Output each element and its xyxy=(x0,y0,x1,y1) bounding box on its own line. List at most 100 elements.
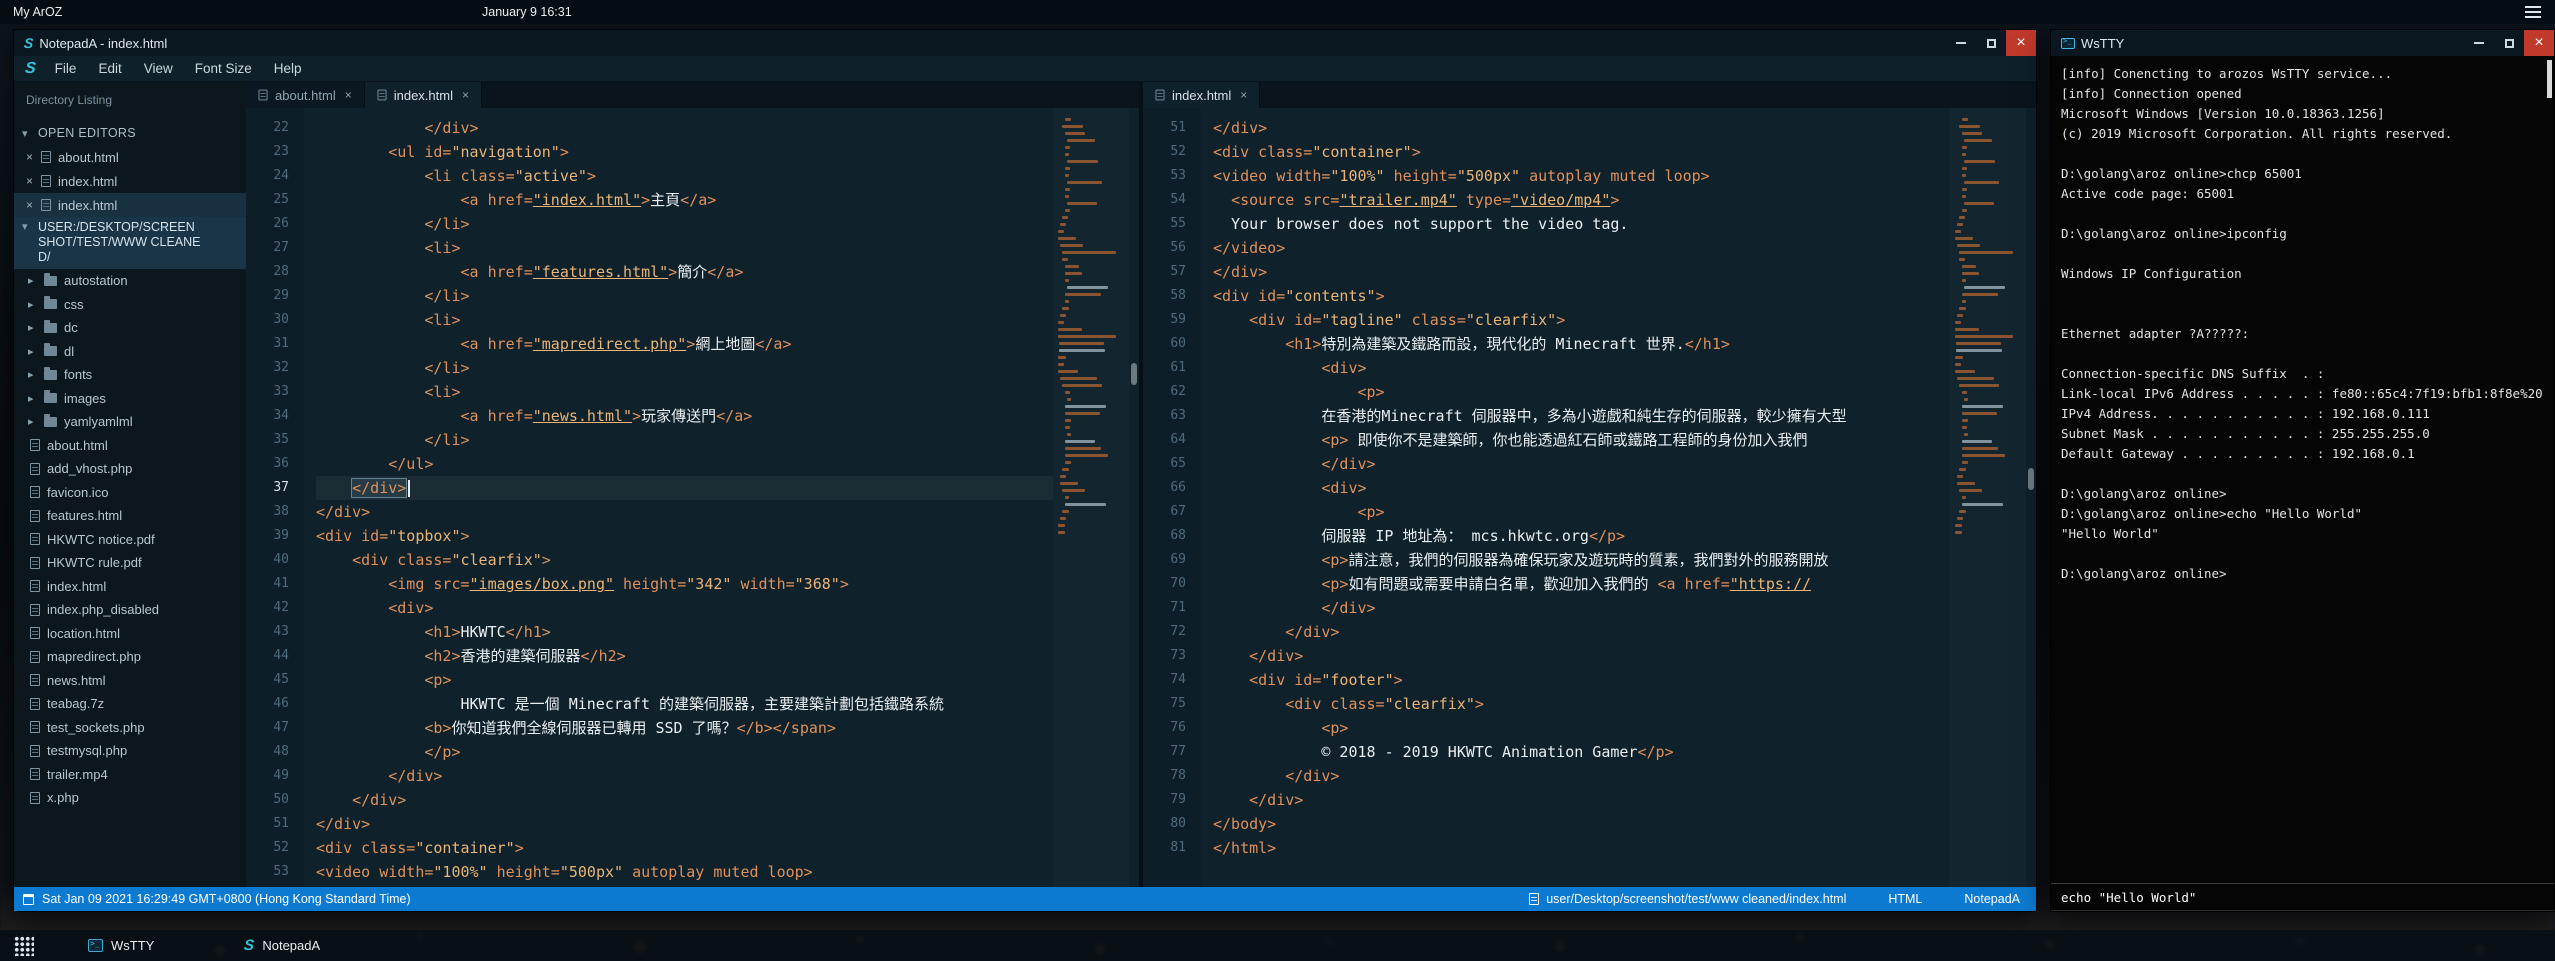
code-line[interactable]: <div id="tagline" class="clearfix"> xyxy=(1213,308,1950,332)
tab-close-icon[interactable]: × xyxy=(345,88,352,102)
sidebar-folder-yamlyamlml[interactable]: ▸yamlyamlml xyxy=(14,410,246,434)
sidebar-file-x.php[interactable]: x.php xyxy=(14,786,246,810)
line-number[interactable]: 40 xyxy=(246,548,289,572)
taskbar-item-notepada[interactable]: S NotepadA xyxy=(230,930,334,961)
code-line[interactable]: <h2>香港的建築伺服器</h2> xyxy=(316,644,1053,668)
line-number[interactable]: 70 xyxy=(1143,572,1186,596)
code-line[interactable]: </div> xyxy=(316,500,1053,524)
sidebar-file-index.php_disabled[interactable]: index.php_disabled xyxy=(14,598,246,622)
code-line[interactable]: <h1>HKWTC</h1> xyxy=(316,620,1053,644)
menu-edit[interactable]: Edit xyxy=(87,61,132,76)
line-number[interactable]: 64 xyxy=(1143,428,1186,452)
code-line[interactable]: <img src="images/box.png" height="342" w… xyxy=(316,572,1053,596)
line-number[interactable]: 49 xyxy=(246,764,289,788)
code-line[interactable]: <div id="contents"> xyxy=(1213,284,1950,308)
line-number[interactable]: 69 xyxy=(1143,548,1186,572)
line-number[interactable]: 30 xyxy=(246,308,289,332)
code-line[interactable]: </html> xyxy=(1213,836,1950,860)
sidebar-file-HKWTC rule.pdf[interactable]: HKWTC rule.pdf xyxy=(14,551,246,575)
line-number[interactable]: 48 xyxy=(246,740,289,764)
code-line[interactable]: </p> xyxy=(316,740,1053,764)
sidebar-folder-fonts[interactable]: ▸fonts xyxy=(14,363,246,387)
menu-font-size[interactable]: Font Size xyxy=(184,61,263,76)
code-line[interactable]: </div> xyxy=(316,764,1053,788)
line-number[interactable]: 47 xyxy=(246,716,289,740)
code-line[interactable]: </li> xyxy=(316,212,1053,236)
sidebar-file-trailer.mp4[interactable]: trailer.mp4 xyxy=(14,763,246,787)
code-line[interactable]: </li> xyxy=(316,356,1053,380)
close-button[interactable]: × xyxy=(2524,30,2554,56)
sidebar-file-index.html[interactable]: index.html xyxy=(14,575,246,599)
line-number[interactable]: 46 xyxy=(246,692,289,716)
editor-tab-index.html[interactable]: index.html× xyxy=(365,82,482,108)
code-line[interactable]: 在香港的Minecraft 伺服器中，多為小遊戲和純生存的伺服器，較少擁有大型 xyxy=(1213,404,1950,428)
code-line[interactable]: <li> xyxy=(316,380,1053,404)
open-editors-section[interactable]: ▾ OPEN EDITORS xyxy=(14,121,246,145)
tab-close-icon[interactable]: × xyxy=(1240,88,1247,102)
close-icon[interactable]: × xyxy=(26,174,33,188)
code-line[interactable]: </li> xyxy=(316,428,1053,452)
line-number[interactable]: 54 xyxy=(1143,188,1186,212)
hamburger-menu-icon[interactable] xyxy=(2525,6,2541,21)
code-line[interactable]: </div> xyxy=(316,812,1053,836)
sidebar-folder-images[interactable]: ▸images xyxy=(14,387,246,411)
menu-help[interactable]: Help xyxy=(263,61,313,76)
code-line[interactable]: </ul> xyxy=(316,452,1053,476)
open-editor-about.html[interactable]: ×about.html xyxy=(14,145,246,169)
editor-tab-about.html[interactable]: about.html× xyxy=(246,82,365,108)
close-button[interactable]: × xyxy=(2006,30,2036,56)
line-number[interactable]: 79 xyxy=(1143,788,1186,812)
code-line[interactable]: </li> xyxy=(316,284,1053,308)
line-number[interactable]: 65 xyxy=(1143,452,1186,476)
sidebar-folder-dc[interactable]: ▸dc xyxy=(14,316,246,340)
open-editor-index.html[interactable]: ×index.html xyxy=(14,169,246,193)
code-line[interactable]: </div> xyxy=(1213,452,1950,476)
code-line[interactable]: <p> xyxy=(1213,716,1950,740)
line-number[interactable]: 24 xyxy=(246,164,289,188)
sidebar-file-HKWTC notice.pdf[interactable]: HKWTC notice.pdf xyxy=(14,528,246,552)
sidebar-file-add_vhost.php[interactable]: add_vhost.php xyxy=(14,457,246,481)
code-line[interactable]: <video width="100%" height="500px" autop… xyxy=(316,860,1053,884)
sidebar-file-mapredirect.php[interactable]: mapredirect.php xyxy=(14,645,246,669)
start-menu-button[interactable] xyxy=(13,935,34,956)
code-line[interactable]: © 2018 - 2019 HKWTC Animation Gamer</p> xyxy=(1213,740,1950,764)
line-number[interactable]: 60 xyxy=(1143,332,1186,356)
code-line[interactable]: </div> xyxy=(1213,788,1950,812)
code-line[interactable]: </div> xyxy=(1213,260,1950,284)
line-number[interactable]: 72 xyxy=(1143,620,1186,644)
menu-file[interactable]: File xyxy=(44,61,88,76)
code-line[interactable]: <ul id="navigation"> xyxy=(316,140,1053,164)
line-number[interactable]: 52 xyxy=(246,836,289,860)
line-number[interactable]: 53 xyxy=(246,860,289,884)
line-number[interactable]: 38 xyxy=(246,500,289,524)
statusbar-file[interactable]: user/Desktop/screenshot/test/www cleaned… xyxy=(1529,892,1846,906)
code-line[interactable]: <a href="features.html">簡介</a> xyxy=(316,260,1053,284)
line-number[interactable]: 52 xyxy=(1143,140,1186,164)
code-line[interactable]: <p> 即使你不是建築師，你也能透過紅石師或鐵路工程師的身份加入我們 xyxy=(1213,428,1950,452)
minimize-button[interactable] xyxy=(1946,30,1976,56)
code-line[interactable]: <div> xyxy=(316,596,1053,620)
sidebar-file-location.html[interactable]: location.html xyxy=(14,622,246,646)
line-number[interactable]: 41 xyxy=(246,572,289,596)
line-number[interactable]: 22 xyxy=(246,116,289,140)
code-line[interactable]: </video> xyxy=(1213,236,1950,260)
line-number[interactable]: 23 xyxy=(246,140,289,164)
line-number[interactable]: 71 xyxy=(1143,596,1186,620)
code-editor[interactable]: </div> <ul id="navigation"> <li class="a… xyxy=(304,108,1053,887)
sidebar-folder-autostation[interactable]: ▸autostation xyxy=(14,269,246,293)
line-number[interactable]: 32 xyxy=(246,356,289,380)
line-number[interactable]: 78 xyxy=(1143,764,1186,788)
terminal-output[interactable]: [info] Conencting to arozos WsTTY servic… xyxy=(2051,56,2554,883)
code-line[interactable]: <li> xyxy=(316,308,1053,332)
editor-tab-index.html[interactable]: index.html× xyxy=(1143,82,1260,108)
line-number[interactable]: 76 xyxy=(1143,716,1186,740)
line-number[interactable]: 81 xyxy=(1143,836,1186,860)
line-number[interactable]: 44 xyxy=(246,644,289,668)
system-menu-title[interactable]: My ArOZ xyxy=(13,5,62,19)
line-number[interactable]: 42 xyxy=(246,596,289,620)
code-line[interactable]: <div id="footer"> xyxy=(1213,668,1950,692)
code-line[interactable]: Your browser does not support the video … xyxy=(1213,212,1950,236)
workspace-root-folder[interactable]: ▾ USER:/DESKTOP/SCREENSHOT/TEST/WWW CLEA… xyxy=(14,217,246,269)
line-number[interactable]: 63 xyxy=(1143,404,1186,428)
minimap[interactable] xyxy=(1053,108,1129,887)
